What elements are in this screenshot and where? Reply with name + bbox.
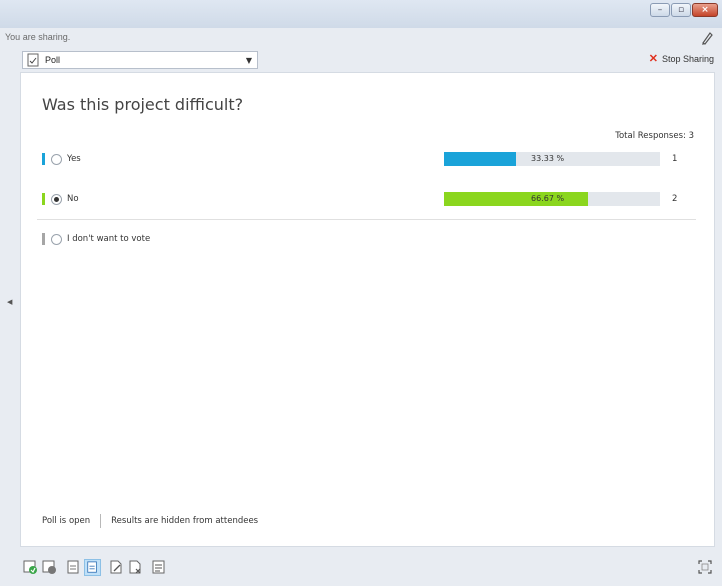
option-label: No bbox=[67, 194, 79, 204]
poll-status-footer: Poll is open Results are hidden from att… bbox=[42, 514, 258, 528]
sharing-bar: You are sharing. bbox=[0, 28, 722, 48]
poll-question: Was this project difficult? bbox=[42, 95, 244, 114]
result-bar-fill bbox=[444, 192, 588, 206]
result-count: 1 bbox=[672, 154, 678, 164]
fullscreen-expand-icon[interactable] bbox=[698, 560, 712, 574]
option-color-marker bbox=[42, 193, 45, 205]
pen-annotate-icon[interactable] bbox=[700, 30, 714, 46]
delete-poll-icon[interactable] bbox=[127, 559, 144, 576]
option-label: Yes bbox=[67, 154, 81, 164]
poll-list-icon[interactable] bbox=[151, 559, 168, 576]
poll-selector-dropdown[interactable]: Poll ▼ bbox=[22, 51, 258, 69]
result-bar-yes: 33.33 % bbox=[444, 152, 660, 166]
result-percent: 66.67 % bbox=[531, 194, 565, 203]
sharing-status: You are sharing. bbox=[5, 32, 71, 42]
result-bar-no: 66.67 % bbox=[444, 192, 660, 206]
hide-results-icon[interactable] bbox=[84, 559, 101, 576]
chevron-down-icon: ▼ bbox=[245, 56, 252, 65]
minimize-button[interactable]: – bbox=[650, 3, 670, 17]
radio-button[interactable] bbox=[51, 193, 62, 205]
poll-option-abstain[interactable]: I don't want to vote bbox=[42, 232, 150, 246]
result-count: 2 bbox=[672, 194, 678, 204]
poll-panel: Was this project difficult? Total Respon… bbox=[20, 72, 715, 547]
options-divider bbox=[37, 219, 696, 220]
result-percent: 33.33 % bbox=[531, 154, 565, 163]
poll-toolbar: Poll ▼ ✕ Stop Sharing bbox=[0, 48, 722, 72]
show-results-icon[interactable] bbox=[65, 559, 82, 576]
close-window-button[interactable]: × bbox=[692, 3, 718, 17]
window-controls: – ▫ × bbox=[650, 3, 718, 17]
radio-button[interactable] bbox=[51, 233, 62, 245]
option-label: I don't want to vote bbox=[67, 234, 151, 244]
stop-sharing-label: Stop Sharing bbox=[661, 54, 714, 64]
edit-poll-icon[interactable] bbox=[108, 559, 125, 576]
stop-x-icon: ✕ bbox=[648, 53, 658, 65]
close-poll-icon[interactable] bbox=[41, 559, 58, 576]
poll-document-icon bbox=[27, 53, 39, 67]
open-poll-icon[interactable] bbox=[22, 559, 39, 576]
stop-sharing-button[interactable]: ✕ Stop Sharing bbox=[648, 53, 714, 65]
title-bar: – ▫ × bbox=[0, 0, 722, 28]
footer-separator bbox=[100, 514, 102, 528]
radio-selected-dot bbox=[54, 196, 59, 202]
poll-option-no[interactable]: No bbox=[42, 192, 79, 206]
poll-open-status: Poll is open bbox=[42, 516, 91, 526]
restore-button[interactable]: ▫ bbox=[671, 3, 691, 17]
option-color-marker bbox=[42, 233, 45, 245]
result-bar-fill bbox=[444, 152, 516, 166]
results-visibility-status: Results are hidden from attendees bbox=[111, 516, 259, 526]
option-color-marker bbox=[42, 153, 45, 165]
collapse-left-icon[interactable]: ◀ bbox=[7, 298, 12, 306]
bottom-toolbar bbox=[0, 552, 722, 586]
total-responses: Total Responses: 3 bbox=[615, 131, 694, 141]
radio-button[interactable] bbox=[51, 153, 62, 165]
poll-option-yes[interactable]: Yes bbox=[42, 152, 81, 166]
poll-selector-label: Poll bbox=[45, 55, 61, 65]
